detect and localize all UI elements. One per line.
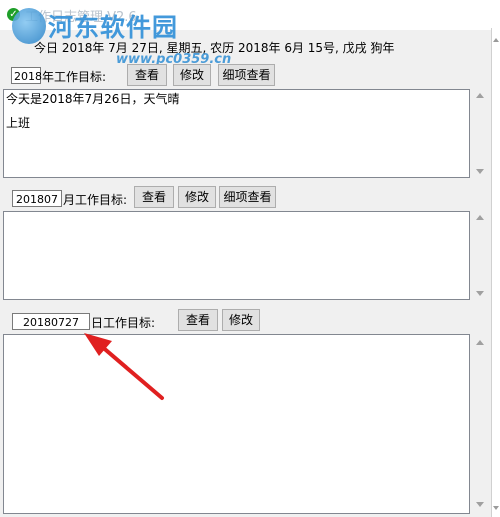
year-goal-line-1: 今天是2018年7月26日，天气晴 bbox=[6, 92, 180, 106]
month-view-button[interactable]: 查看 bbox=[134, 186, 174, 208]
check-icon: ✓ bbox=[7, 8, 20, 21]
day-goal-textarea[interactable] bbox=[3, 334, 470, 514]
month-goal-textarea[interactable] bbox=[3, 211, 470, 300]
year-goal-label: 年工作目标: bbox=[42, 70, 107, 84]
pane-down-icon[interactable] bbox=[493, 506, 499, 510]
scroll-up-icon[interactable] bbox=[476, 215, 484, 220]
today-date-line: 今日 2018年 7月 27日, 星期五, 农历 2018年 6月 15号, 戊… bbox=[34, 41, 395, 55]
month-goal-label: 月工作目标: bbox=[63, 193, 128, 207]
window-title: 工作日志管理 V2.6 bbox=[25, 10, 137, 25]
scroll-up-icon[interactable] bbox=[476, 340, 484, 345]
scroll-down-icon[interactable] bbox=[476, 291, 484, 296]
year-goal-line-2: 上班 bbox=[6, 116, 31, 130]
day-input[interactable]: 20180727 bbox=[12, 313, 90, 330]
year-goal-textarea[interactable]: 今天是2018年7月26日，天气晴 上班 bbox=[3, 89, 470, 178]
pane-up-icon[interactable] bbox=[493, 38, 499, 42]
day-view-button[interactable]: 查看 bbox=[178, 309, 218, 331]
right-side-pane bbox=[491, 28, 500, 517]
month-edit-button[interactable]: 修改 bbox=[178, 186, 216, 208]
month-textarea-scrollbar[interactable] bbox=[472, 211, 489, 300]
day-textarea-scrollbar[interactable] bbox=[472, 334, 489, 514]
title-bar: ✓ 工作日志管理 V2.6 bbox=[0, 0, 500, 30]
day-goal-label: 日工作目标: bbox=[91, 316, 156, 330]
scroll-up-icon[interactable] bbox=[476, 93, 484, 98]
year-detail-button[interactable]: 细项查看 bbox=[218, 64, 275, 86]
scroll-down-icon[interactable] bbox=[476, 502, 484, 507]
month-input[interactable]: 201807 bbox=[12, 190, 62, 207]
year-edit-button[interactable]: 修改 bbox=[173, 64, 211, 86]
scroll-down-icon[interactable] bbox=[476, 169, 484, 174]
year-textarea-scrollbar[interactable] bbox=[472, 89, 489, 178]
month-detail-button[interactable]: 细项查看 bbox=[219, 186, 276, 208]
year-input[interactable]: 2018 bbox=[11, 67, 42, 84]
day-edit-button[interactable]: 修改 bbox=[222, 309, 260, 331]
year-view-button[interactable]: 查看 bbox=[127, 64, 167, 86]
